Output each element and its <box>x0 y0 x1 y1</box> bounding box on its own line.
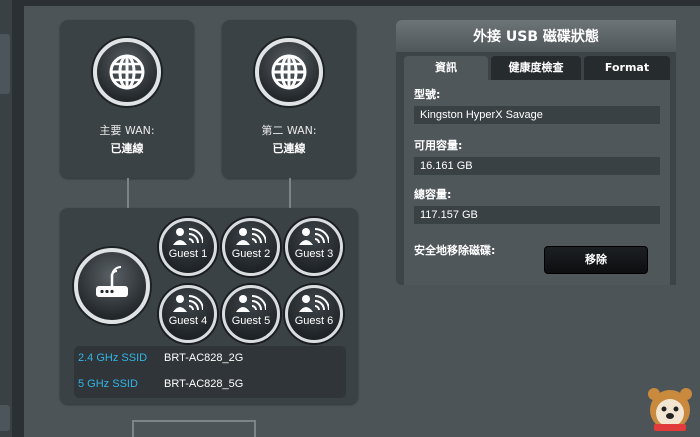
guest-network-5[interactable]: Guest 5 <box>222 285 280 343</box>
available-capacity-label: 可用容量: <box>414 139 463 152</box>
guest-user-wifi-icon <box>173 228 203 245</box>
usb-info-body: 型號: Kingston HyperX Savage 可用容量: 16.161 … <box>404 80 670 285</box>
guest-label: Guest 5 <box>231 315 271 327</box>
usb-panel-title: 外接 USB 磁碟狀態 <box>396 20 676 52</box>
sidebar-tab[interactable] <box>0 34 10 94</box>
wan-connector <box>289 178 291 208</box>
guest-label: Guest 3 <box>294 248 334 260</box>
secondary-wan-label: 第二 WAN: <box>261 124 317 137</box>
left-sidebar-edge <box>0 0 12 437</box>
tab-info[interactable]: 資訊 <box>404 56 488 80</box>
primary-wan-label: 主要 WAN: <box>99 124 155 137</box>
guest-label: Guest 1 <box>168 248 208 260</box>
primary-wan-status: 已連線 <box>110 142 144 155</box>
network-map-area: 主要 WAN: 已連線 第二 WAN: 已連線 Guest 1 Guest 2 … <box>24 6 700 437</box>
tab-health-check[interactable]: 健康度檢查 <box>491 56 581 80</box>
safe-eject-label: 安全地移除磁碟: <box>414 244 496 257</box>
globe-icon <box>255 38 323 106</box>
guest-user-wifi-icon <box>236 295 266 312</box>
guest-network-6[interactable]: Guest 6 <box>285 285 343 343</box>
eject-button[interactable]: 移除 <box>544 246 648 274</box>
guest-network-4[interactable]: Guest 4 <box>159 285 217 343</box>
guest-label: Guest 4 <box>168 315 208 327</box>
sidebar-tab[interactable] <box>0 405 10 431</box>
ssid-5g-label: 5 GHz SSID <box>78 378 138 390</box>
mascot-watermark-icon <box>648 388 692 431</box>
total-capacity-label: 總容量: <box>414 188 452 201</box>
guest-user-wifi-icon <box>236 228 266 245</box>
client-connector <box>132 420 134 437</box>
available-capacity-value: 16.161 GB <box>414 157 660 175</box>
secondary-wan-status: 已連線 <box>272 142 306 155</box>
router-card: Guest 1 Guest 2 Guest 3 Guest 4 Guest 5 … <box>60 208 358 404</box>
guest-network-1[interactable]: Guest 1 <box>159 218 217 276</box>
secondary-wan-card[interactable]: 第二 WAN: 已連線 <box>222 20 356 178</box>
ssid-row-2g: 2.4 GHz SSID BRT-AC828_2G <box>78 352 243 364</box>
guest-network-3[interactable]: Guest 3 <box>285 218 343 276</box>
ssid-5g-value: BRT-AC828_5G <box>164 378 244 390</box>
wan-connector <box>127 178 129 208</box>
router-icon[interactable] <box>74 248 150 324</box>
model-value: Kingston HyperX Savage <box>414 106 660 124</box>
tab-format[interactable]: Format <box>584 56 670 80</box>
usb-status-panel: 外接 USB 磁碟狀態 資訊 健康度檢查 Format 型號: Kingston… <box>396 20 676 285</box>
guest-network-2[interactable]: Guest 2 <box>222 218 280 276</box>
guest-user-wifi-icon <box>173 295 203 312</box>
model-label: 型號: <box>414 88 441 101</box>
client-connector <box>254 420 256 437</box>
ssid-2g-label: 2.4 GHz SSID <box>78 352 148 364</box>
client-connector <box>132 420 256 422</box>
ssid-info-box: 2.4 GHz SSID BRT-AC828_2G 5 GHz SSID BRT-A… <box>74 346 346 398</box>
guest-label: Guest 2 <box>231 248 271 260</box>
ssid-2g-value: BRT-AC828_2G <box>164 352 244 364</box>
ssid-row-5g: 5 GHz SSID BRT-AC828_5G <box>78 378 243 390</box>
globe-icon <box>93 38 161 106</box>
primary-wan-card[interactable]: 主要 WAN: 已連線 <box>60 20 194 178</box>
total-capacity-value: 117.157 GB <box>414 206 660 224</box>
guest-user-wifi-icon <box>299 228 329 245</box>
guest-user-wifi-icon <box>299 295 329 312</box>
guest-label: Guest 6 <box>294 315 334 327</box>
